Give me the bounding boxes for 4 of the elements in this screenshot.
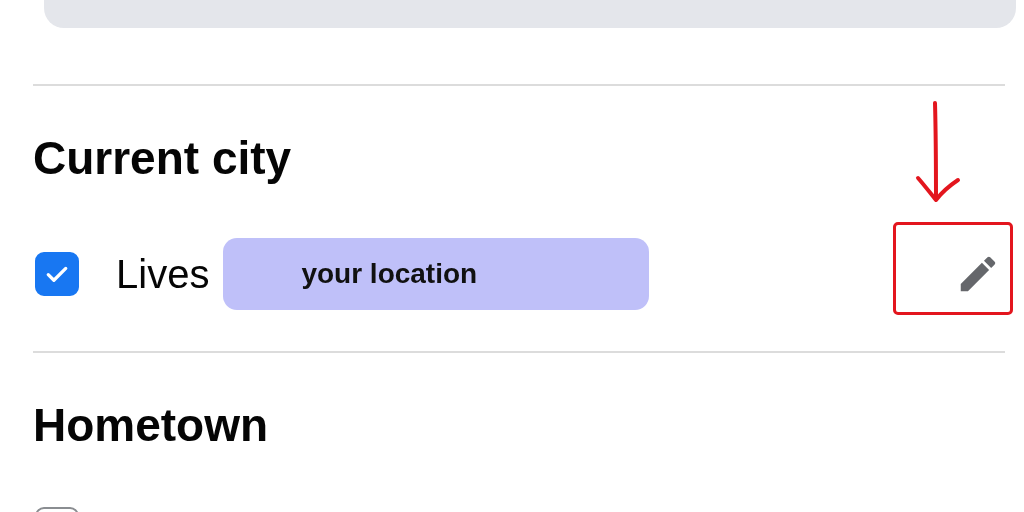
location-highlight: your location bbox=[223, 238, 650, 310]
section-heading: Current city bbox=[33, 131, 292, 186]
lives-label: Lives bbox=[116, 251, 210, 297]
section-heading: Hometown bbox=[33, 398, 269, 453]
